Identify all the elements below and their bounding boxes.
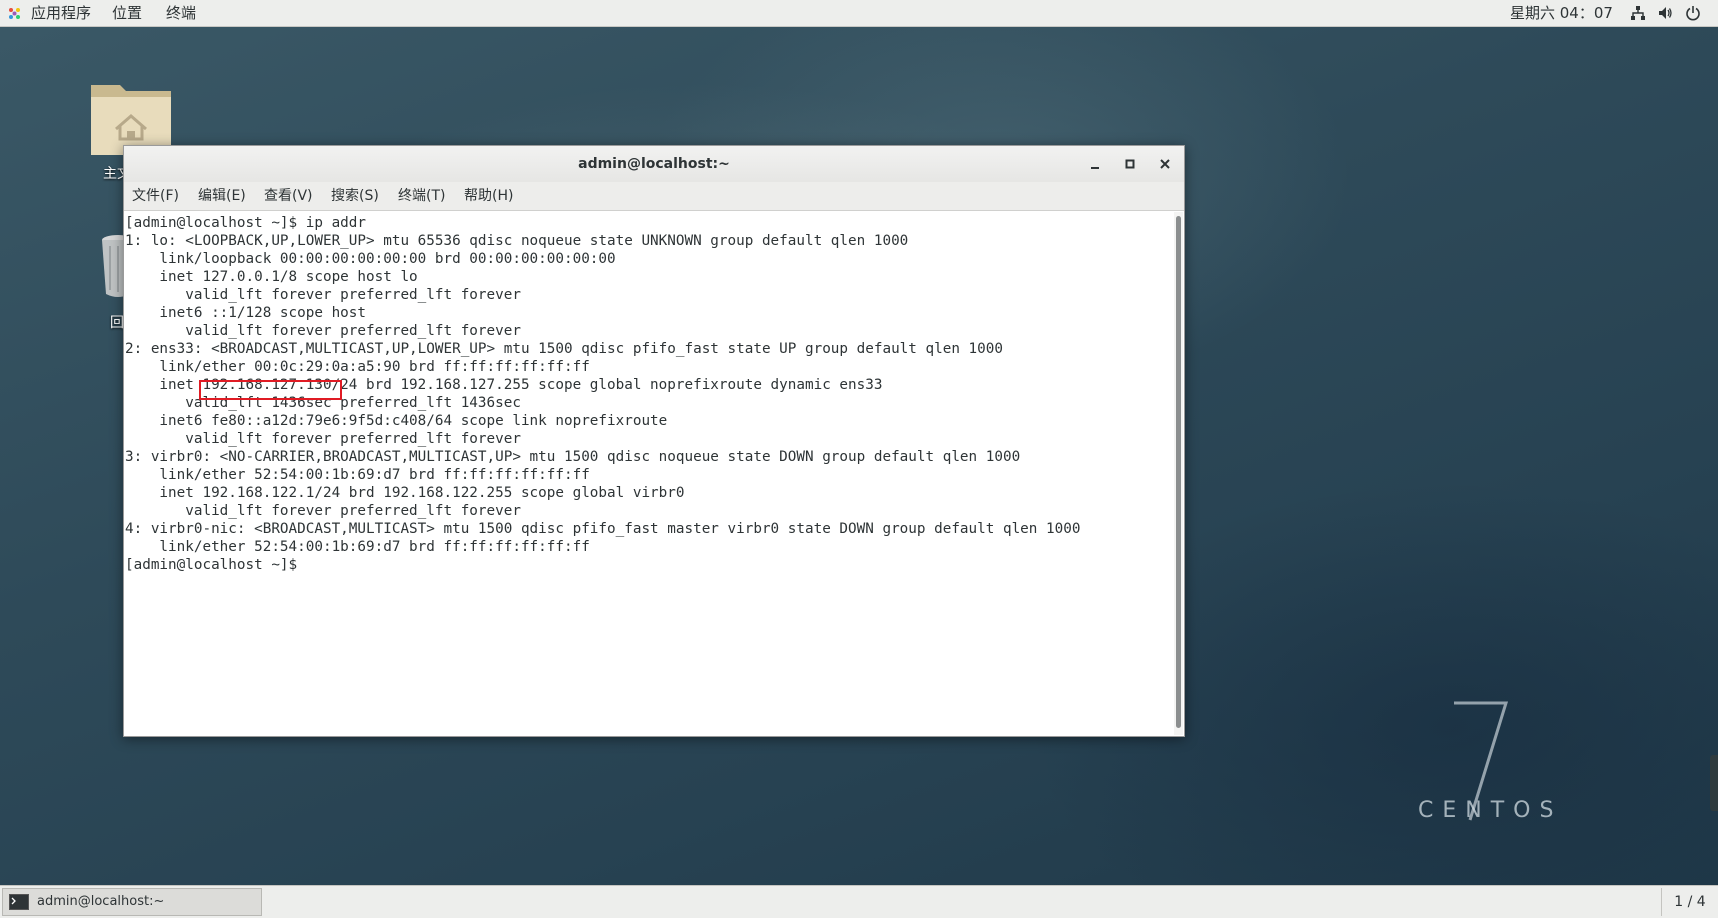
terminal-line: link/loopback 00:00:00:00:00:00 brd 00:0…: [125, 251, 616, 267]
applications-menu[interactable]: 应用程序: [31, 0, 91, 26]
terminal-app-menu[interactable]: 终端: [166, 0, 196, 26]
menu-terminal[interactable]: 终端(T): [398, 182, 445, 210]
terminal-line: 2: ens33: <BROADCAST,MULTICAST,UP,LOWER_…: [125, 341, 1003, 357]
close-icon[interactable]: [1157, 156, 1173, 172]
bottom-panel: admin@localhost:~ 1 / 4: [0, 885, 1718, 918]
top-panel: 应用程序 位置 终端 星期六 04：07: [0, 0, 1718, 27]
power-icon[interactable]: [1685, 5, 1701, 21]
volume-icon[interactable]: [1657, 5, 1673, 21]
terminal-scrollbar[interactable]: [1174, 212, 1183, 735]
terminal-line: 1: lo: <LOOPBACK,UP,LOWER_UP> mtu 65536 …: [125, 233, 909, 249]
menu-search[interactable]: 搜索(S): [331, 182, 379, 210]
ip-highlight-box: [199, 380, 342, 400]
terminal-line: valid_lft forever preferred_lft forever: [125, 323, 521, 339]
terminal-line: valid_lft forever preferred_lft forever: [125, 431, 521, 447]
clock[interactable]: 星期六 04：07: [1510, 0, 1613, 26]
terminal-line: 3: virbr0: <NO-CARRIER,BROADCAST,MULTICA…: [125, 449, 1021, 465]
terminal-line: valid_lft forever preferred_lft forever: [125, 503, 521, 519]
terminal-line: inet 192.168.122.1/24 brd 192.168.122.25…: [125, 485, 685, 501]
taskbar-terminal-item[interactable]: admin@localhost:~: [2, 888, 262, 916]
menu-view[interactable]: 查看(V): [264, 182, 313, 210]
edge-widget[interactable]: [1710, 755, 1718, 811]
terminal-line: [admin@localhost ~]$ ip addr: [125, 215, 367, 231]
terminal-line: [admin@localhost ~]$: [125, 557, 306, 573]
centos-logo-text: CENTOS: [1418, 798, 1563, 823]
terminal-window[interactable]: admin@localhost:~ 文件(F) 编辑(E) 查看(V) 搜索(S…: [123, 145, 1185, 737]
terminal-line: link/ether 52:54:00:1b:69:d7 brd ff:ff:f…: [125, 539, 590, 555]
terminal-line: inet6 fe80::a12d:79e6:9f5d:c408/64 scope…: [125, 413, 668, 429]
terminal-output[interactable]: [admin@localhost ~]$ ip addr 1: lo: <LOO…: [125, 212, 1173, 732]
places-menu[interactable]: 位置: [112, 0, 142, 26]
maximize-icon[interactable]: [1122, 156, 1138, 172]
menu-bar: 文件(F) 编辑(E) 查看(V) 搜索(S) 终端(T) 帮助(H): [124, 182, 1184, 211]
menu-edit[interactable]: 编辑(E): [198, 182, 246, 210]
network-icon[interactable]: [1630, 5, 1646, 21]
terminal-line: link/ether 52:54:00:1b:69:d7 brd ff:ff:f…: [125, 467, 590, 483]
minimize-icon[interactable]: [1087, 156, 1103, 172]
terminal-line: 4: virbr0-nic: <BROADCAST,MULTICAST> mtu…: [125, 521, 1081, 537]
window-title: admin@localhost:~: [578, 156, 730, 172]
menu-file[interactable]: 文件(F): [132, 182, 179, 210]
workspace-indicator[interactable]: 1 / 4: [1661, 888, 1718, 916]
terminal-line: valid_lft forever preferred_lft forever: [125, 287, 521, 303]
terminal-line: link/ether 00:0c:29:0a:a5:90 brd ff:ff:f…: [125, 359, 590, 375]
terminal-line: inet6 ::1/128 scope host: [125, 305, 367, 321]
terminal-line: inet 127.0.0.1/8 scope host lo: [125, 269, 418, 285]
title-bar[interactable]: admin@localhost:~: [124, 146, 1184, 183]
terminal-icon: [9, 894, 29, 910]
scrollbar-thumb[interactable]: [1176, 216, 1181, 728]
taskbar-terminal-label: admin@localhost:~: [37, 894, 165, 909]
menu-help[interactable]: 帮助(H): [464, 182, 513, 210]
applications-icon[interactable]: [8, 7, 21, 20]
trash-label: 回: [110, 315, 124, 331]
